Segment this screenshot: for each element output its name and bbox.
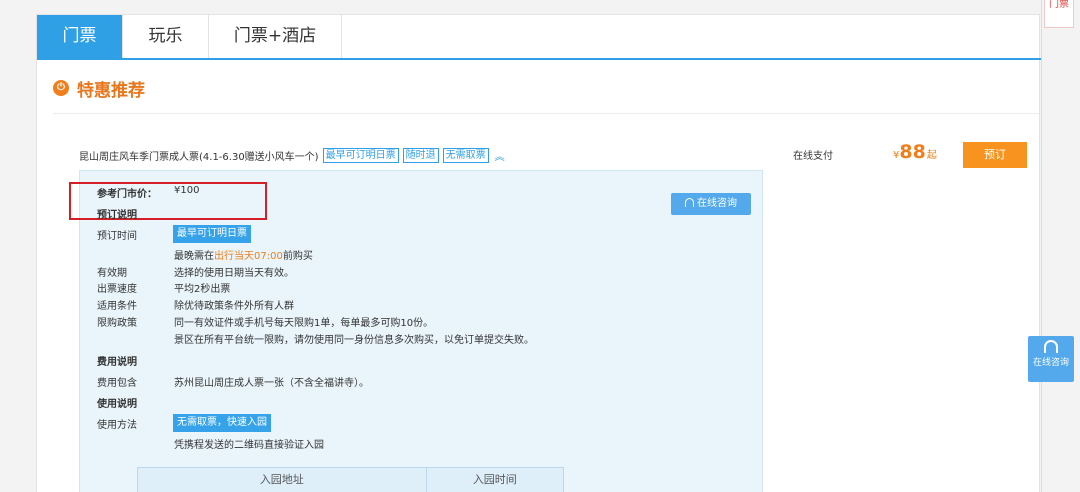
usage-method-value: 凭携程发送的二维码直接验证入园 — [174, 440, 324, 451]
tab-bar: 门票 玩乐 门票+酒店 — [37, 15, 1041, 60]
booking-time-deadline: 出行当天07:00 — [214, 251, 283, 262]
booking-time-badge: 最早可订明日票 — [173, 225, 251, 243]
entry-table-header: 入园地址 入园时间 — [137, 467, 564, 492]
tag-earliest-booking: 最早可订明日票 — [322, 147, 399, 163]
validity-label: 有效期 — [97, 268, 127, 279]
booking-time-note-pre: 最晚需在 — [174, 251, 214, 262]
headset-icon — [685, 198, 694, 207]
conditions-value: 除优待政策条件外所有人群 — [174, 301, 294, 312]
limit-value-1: 同一有效证件或手机号每天限购1单，每单最多可购10份。 — [174, 318, 434, 329]
speed-value: 平均2秒出票 — [174, 284, 231, 295]
fee-heading: 费用说明 — [97, 357, 137, 368]
speed-label: 出票速度 — [97, 284, 137, 295]
tab-ticket-hotel[interactable]: 门票+酒店 — [209, 15, 342, 58]
price-value: 88 — [899, 141, 926, 163]
tag-refund-anytime: 随时退 — [402, 147, 439, 163]
double-chevron-up-icon[interactable]: ︽ — [495, 148, 505, 163]
usage-method-badge: 无需取票，快速入园 — [173, 414, 271, 432]
validity-value: 选择的使用日期当天有效。 — [174, 268, 294, 279]
fee-include-value: 苏州昆山周庄成人票一张（不含全福讲寺）。 — [174, 378, 369, 389]
tab-tickets[interactable]: 门票 — [37, 15, 123, 58]
booking-heading: 预订说明 — [97, 210, 137, 221]
entry-time-header: 入园时间 — [472, 473, 517, 486]
payment-method: 在线支付 — [793, 151, 833, 162]
product-row: 昆山周庄风车季门票成人票(4.1-6.30赠送小风车一个) 最早可订明日票 随时… — [79, 145, 505, 165]
power-icon: ⏻ — [53, 80, 69, 96]
booking-time-note: 最晚需在出行当天07:00前购买 — [174, 247, 313, 262]
limit-value-2: 景区在所有平台统一限购，请勿使用同一身份信息多次购买，以免订单提交失败。 — [174, 335, 534, 346]
side-ticket-tab-label: 门票 — [1049, 0, 1069, 10]
booking-time-label: 预订时间 — [97, 231, 137, 242]
usage-method-label: 使用方法 — [97, 420, 137, 431]
side-ticket-tab[interactable]: 门票 — [1044, 0, 1074, 28]
online-consult-button[interactable]: 在线咨询 — [671, 193, 751, 215]
product-name[interactable]: 昆山周庄风车季门票成人票(4.1-6.30赠送小风车一个) — [79, 148, 319, 163]
fee-include-label: 费用包含 — [97, 378, 137, 389]
booking-time-note-post: 前购买 — [282, 251, 313, 262]
book-button[interactable]: 预订 — [963, 142, 1027, 168]
headset-icon — [1028, 336, 1074, 355]
conditions-label: 适用条件 — [97, 301, 137, 312]
tab-activities[interactable]: 玩乐 — [123, 15, 209, 58]
price: ¥ 88 起 — [893, 141, 937, 163]
floating-consult-label: 在线咨询 — [1032, 358, 1069, 368]
online-consult-label: 在线咨询 — [697, 198, 737, 209]
section-header: ⏻ 特惠推荐 — [53, 73, 145, 103]
price-suffix: 起 — [926, 150, 937, 161]
page-edge-line — [1041, 0, 1042, 492]
entry-address-header: 入园地址 — [138, 468, 427, 492]
limit-label: 限购政策 — [97, 318, 137, 329]
usage-heading: 使用说明 — [97, 399, 137, 410]
product-panel: 门票 玩乐 门票+酒店 ⏻ 特惠推荐 昆山周庄风车季门票成人票(4.1-6.30… — [36, 14, 1041, 492]
floating-consult-button[interactable]: 在线咨询 — [1028, 336, 1074, 382]
section-title: 特惠推荐 — [77, 80, 145, 101]
divider — [53, 113, 1039, 114]
tag-no-pickup: 无需取票 — [442, 147, 489, 163]
